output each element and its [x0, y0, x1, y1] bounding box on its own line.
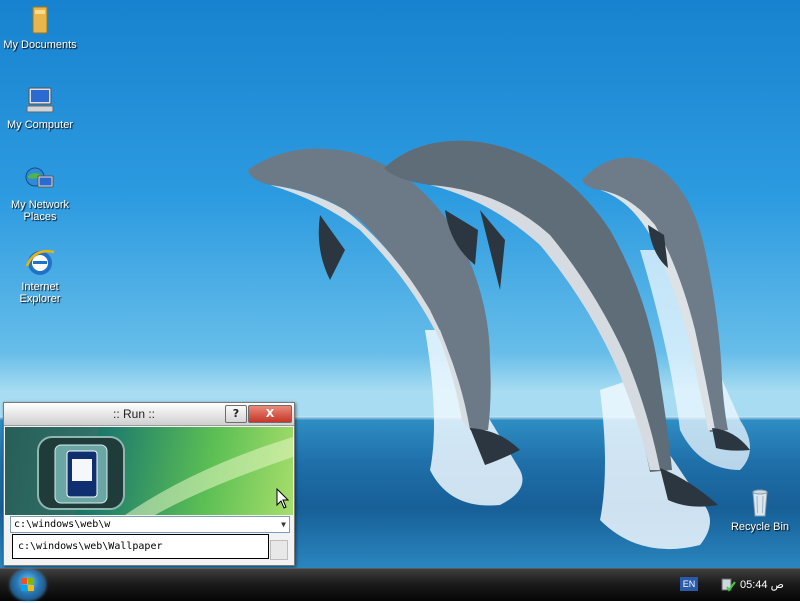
desktop-wallpaper: My Documents My Computer My Network Plac… — [0, 0, 800, 568]
folder-icon — [32, 6, 48, 34]
desktop-icon-my-network-places[interactable]: My Network Places — [0, 164, 80, 223]
run-banner-graphic — [5, 427, 293, 515]
run-command-value: c:\windows\web\w — [14, 519, 111, 530]
network-icon — [25, 167, 54, 188]
run-dialog-title: :: Run :: — [112, 407, 156, 421]
desktop-icon-my-documents[interactable]: My Documents — [0, 4, 80, 51]
run-dialog-banner — [5, 427, 293, 515]
windows-logo-icon — [21, 578, 34, 591]
chevron-down-icon[interactable]: ▼ — [281, 517, 286, 532]
resize-grip-icon[interactable] — [270, 540, 288, 560]
close-button[interactable]: X — [248, 405, 292, 423]
run-command-input[interactable]: c:\windows\web\w ▼ — [10, 516, 290, 533]
autocomplete-suggestion-text: c:\windows\web\Wallpaper — [18, 541, 163, 552]
autocomplete-suggestion[interactable]: c:\windows\web\Wallpaper — [12, 534, 269, 559]
taskbar-clock[interactable]: 05:44 ص — [740, 578, 784, 591]
mouse-cursor-icon — [276, 488, 290, 509]
start-button[interactable] — [11, 570, 45, 600]
run-dialog-titlebar[interactable]: :: Run :: ? X — [4, 403, 294, 426]
taskbar: EN 05:44 ص — [0, 568, 800, 601]
desktop-icon-label: Internet Explorer — [19, 281, 61, 305]
computer-icon — [26, 87, 54, 113]
language-indicator[interactable]: EN — [680, 577, 698, 591]
desktop-icon-internet-explorer[interactable]: Internet Explorer — [0, 246, 80, 305]
ie-icon — [25, 250, 55, 275]
run-dialog[interactable]: :: Run :: ? X c:\windows\web\w ▼ c:\wind… — [3, 402, 295, 566]
desktop-icon-label: My Computer — [6, 119, 74, 131]
help-button[interactable]: ? — [225, 405, 247, 423]
desktop-icon-my-computer[interactable]: My Computer — [0, 84, 80, 131]
security-check-icon[interactable] — [720, 577, 736, 593]
desktop-icon-label: My Documents — [3, 39, 77, 51]
recycle-bin-icon — [752, 489, 768, 517]
desktop-icon-label: Recycle Bin — [730, 521, 790, 533]
desktop-icon-label: My Network Places — [10, 199, 70, 223]
desktop-icon-recycle-bin[interactable]: Recycle Bin — [721, 486, 799, 533]
